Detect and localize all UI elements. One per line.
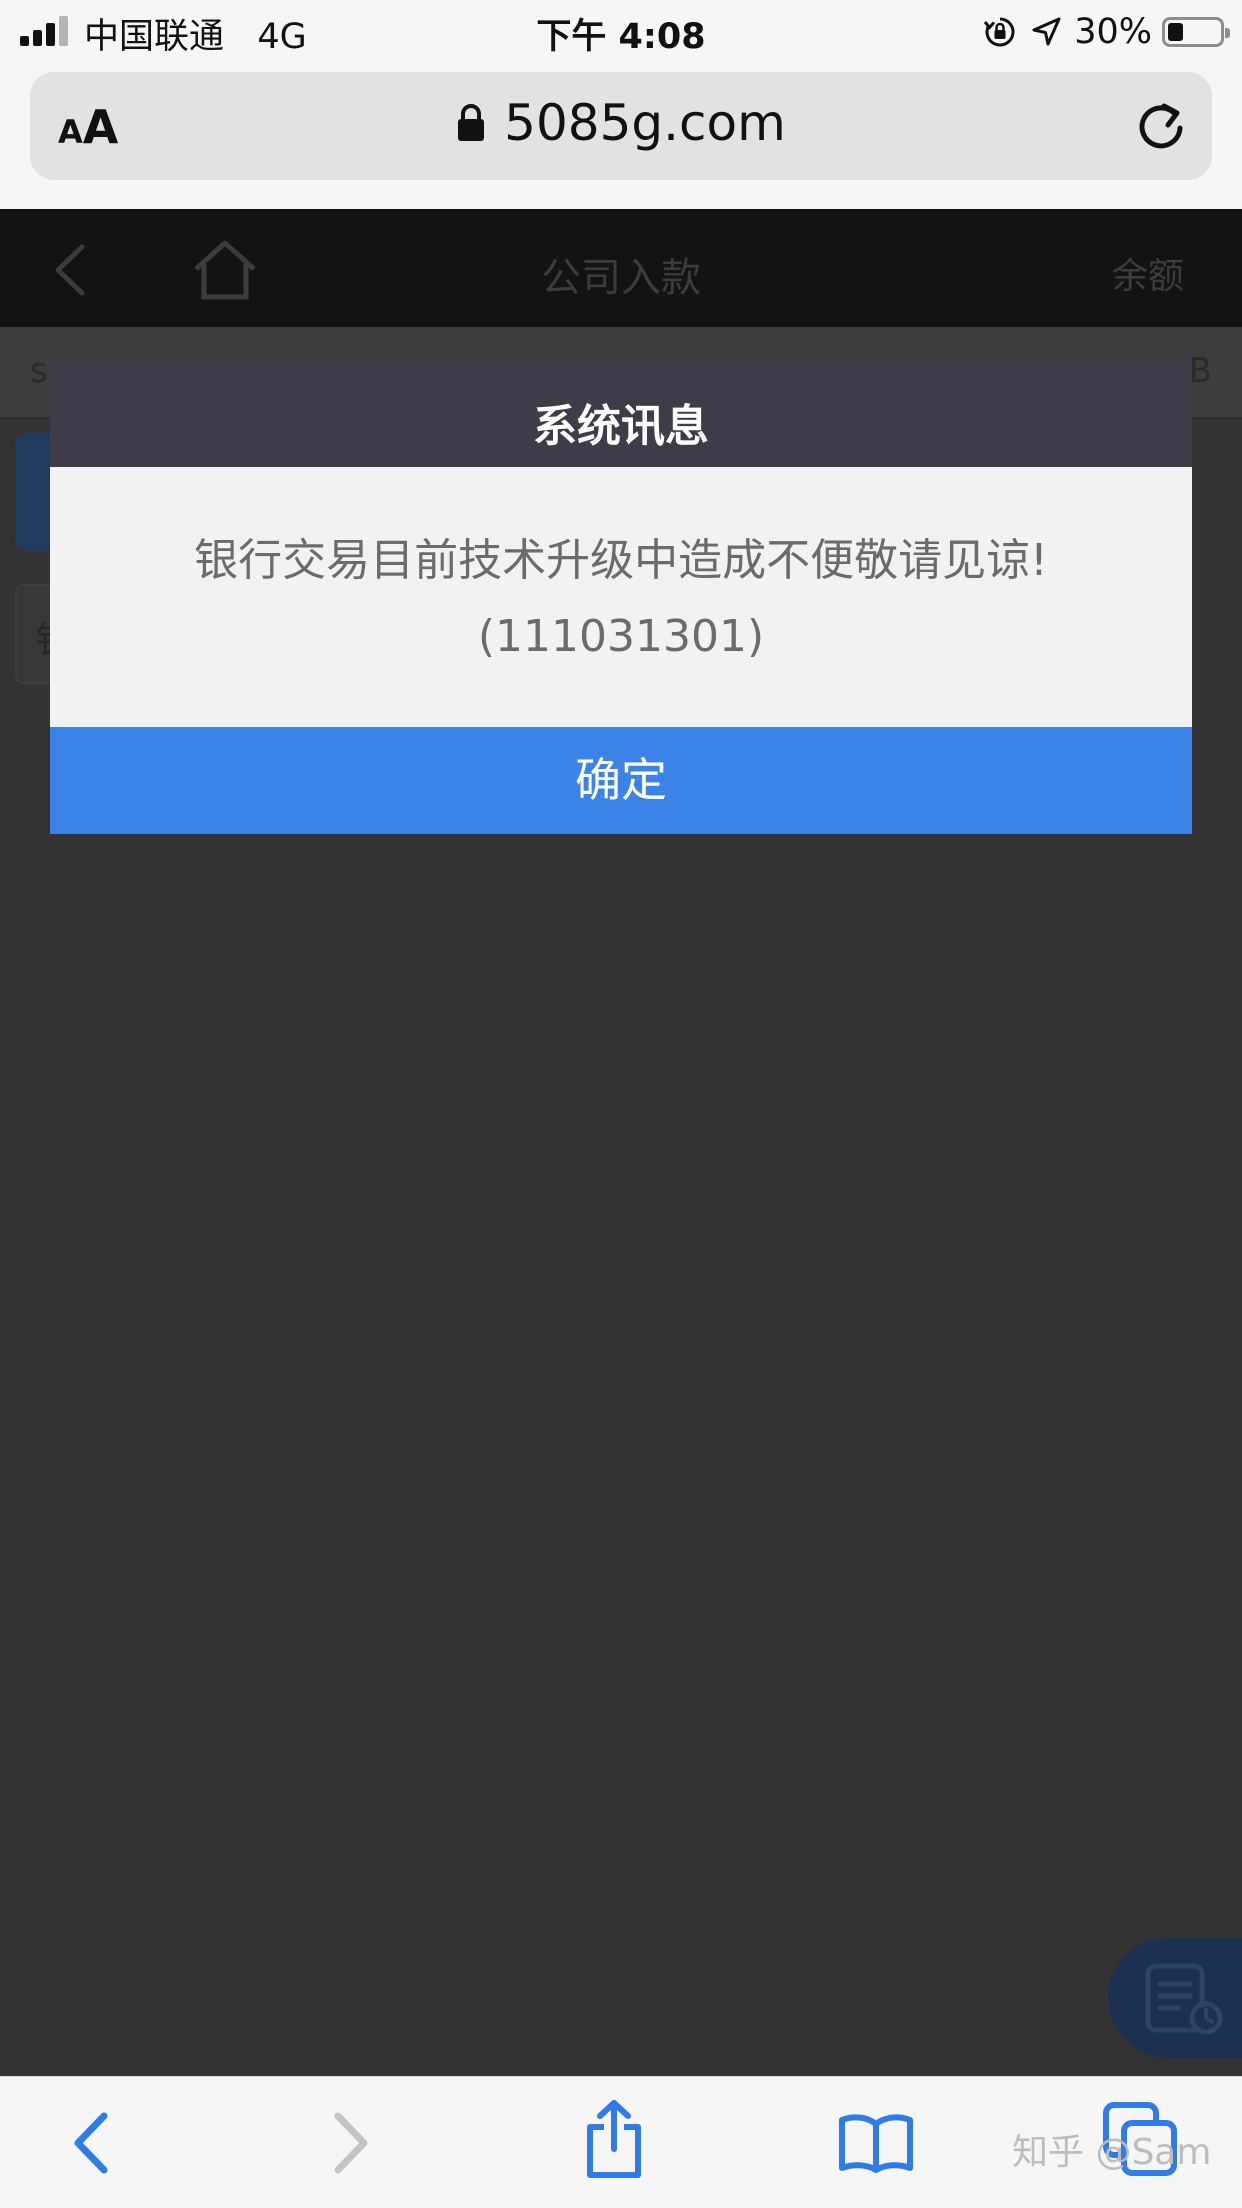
page-title: 公司入款 — [541, 255, 701, 301]
page-header: 公司入款 余额 — [0, 209, 1242, 327]
status-right-group: 30% — [982, 10, 1230, 54]
bank-card-tile — [15, 433, 55, 551]
url-text: 5085g.com — [504, 94, 786, 152]
book-icon — [839, 2114, 913, 2173]
account-name-partial: s — [30, 351, 48, 391]
form-row: 钅 — [15, 584, 71, 684]
back-button[interactable] — [60, 2107, 120, 2179]
balance-link[interactable]: 余额 — [1112, 247, 1184, 299]
location-arrow-icon — [1032, 17, 1061, 46]
dialog-message: 银行交易目前技术升级中造成不便敬请见谅! — [194, 535, 1048, 586]
share-icon — [587, 2100, 641, 2178]
address-bar[interactable]: AA 5085g.com — [30, 72, 1212, 180]
account-balance-partial: B — [1188, 351, 1212, 391]
dialog-title: 系统讯息 — [533, 401, 709, 452]
browser-chrome: AA 5085g.com — [0, 64, 1242, 209]
dialog-error-code: (111031301) — [477, 611, 765, 662]
chevron-right-icon — [334, 2112, 368, 2174]
dialog-message-block: 银行交易目前技术升级中造成不便敬请见谅! (111031301) — [50, 523, 1192, 675]
bookmarks-button[interactable] — [836, 2107, 916, 2179]
status-bar: 中国联通 4G 下午 4:08 30% — [0, 0, 1242, 64]
zhihu-watermark: 知乎 @Sam — [1012, 2132, 1212, 2173]
chevron-left-icon — [74, 2112, 108, 2174]
share-button[interactable] — [578, 2097, 650, 2181]
browser-toolbar: 知乎 @Sam — [0, 2076, 1242, 2208]
padlock-icon — [458, 104, 485, 141]
confirm-button[interactable]: 确定 — [50, 727, 1192, 834]
floating-records-button[interactable] — [1108, 1938, 1242, 2058]
battery-icon — [1162, 17, 1230, 47]
dialog-body: 银行交易目前技术升级中造成不便敬请见谅! (111031301) — [50, 467, 1192, 727]
battery-percent: 30% — [1074, 12, 1152, 52]
confirm-button-label: 确定 — [575, 753, 667, 807]
records-icon — [1145, 1963, 1223, 2035]
system-message-dialog: 系统讯息 银行交易目前技术升级中造成不便敬请见谅! (111031301) 确定 — [50, 360, 1192, 834]
forward-button[interactable] — [322, 2107, 382, 2179]
reload-icon[interactable] — [1134, 98, 1188, 154]
dialog-header: 系统讯息 — [50, 360, 1192, 467]
rotation-lock-icon — [984, 17, 1015, 47]
url-field[interactable]: 5085g.com — [30, 94, 1212, 152]
